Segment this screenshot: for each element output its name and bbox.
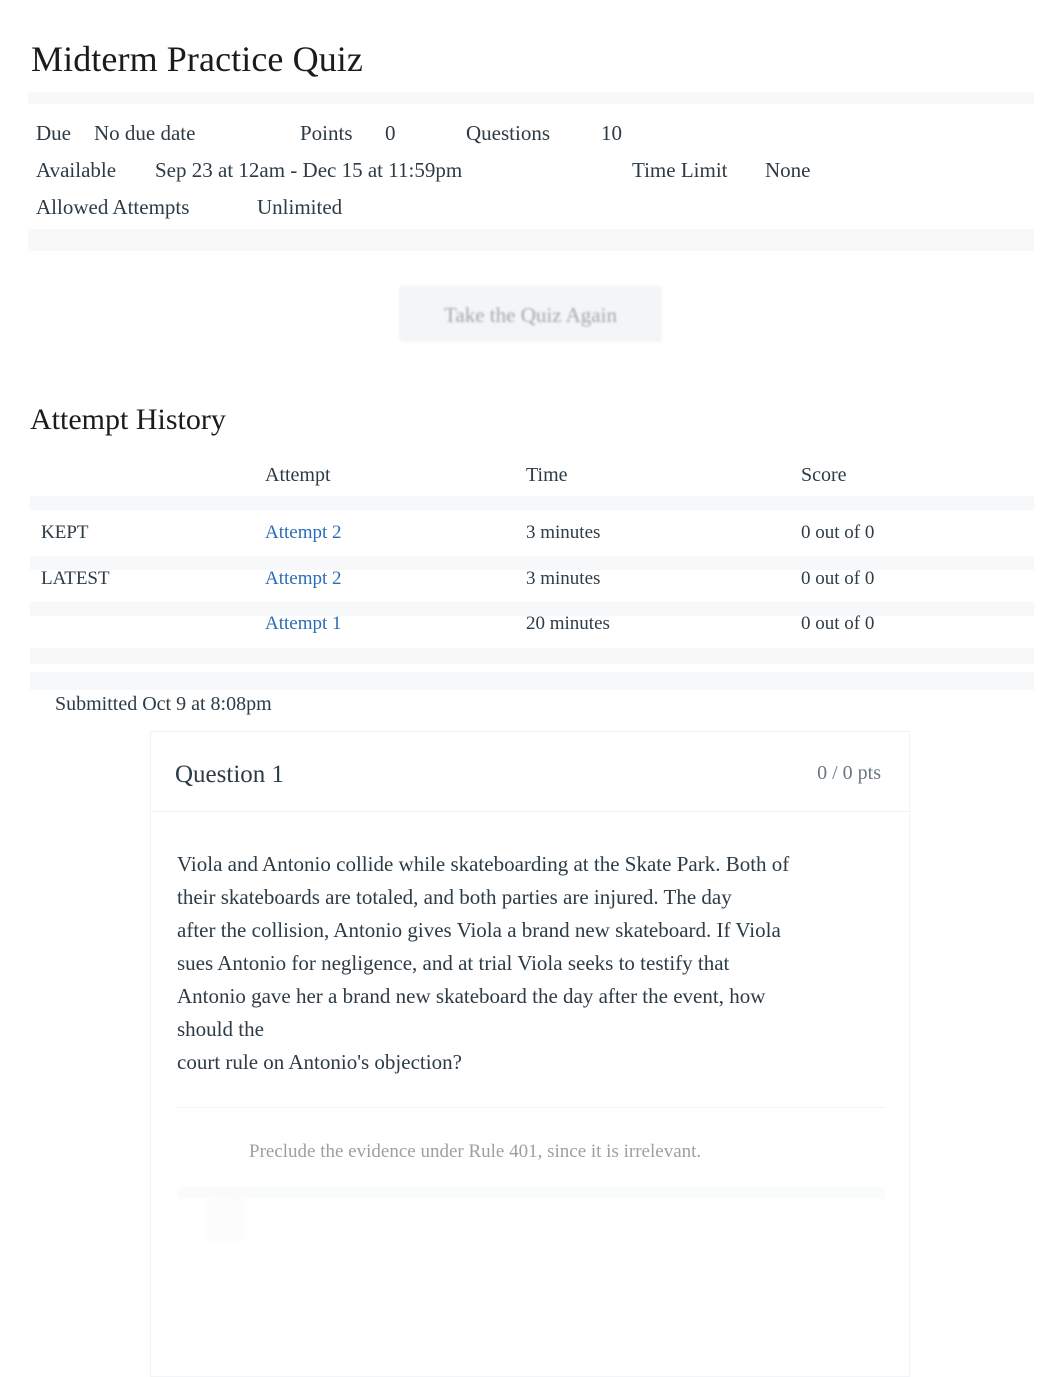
available-label: Available [36,158,117,182]
column-header-attempt: Attempt [265,464,331,486]
quiz-details-row-2: Available Sep 23 at 12am - Dec 15 at 11:… [36,152,1036,189]
row-score: 0 out of 0 [801,522,875,543]
table-row: Attempt 1 20 minutes 0 out of 0 [30,601,1034,647]
question-text-line: sues Antonio for negligence, and at tria… [177,951,730,975]
row-score: 0 out of 0 [801,613,875,634]
table-row-divider [30,496,1034,510]
attempt-link[interactable]: Attempt 2 [265,556,342,602]
answer-option-label: Preclude the evidence under Rule 401, si… [249,1141,702,1162]
answer-divider [177,1187,885,1199]
due-value: No due date [94,121,196,145]
attempt-link[interactable]: Attempt 2 [265,510,342,556]
column-header-time: Time [526,464,568,486]
header-divider-top [28,92,1034,104]
question-text-line: Antonio gave her a brand new skateboard … [177,984,766,1008]
retake-button-wrapper: Take the Quiz Again [399,286,662,348]
question-divider [177,1107,885,1108]
answer-option-partial [206,1198,246,1242]
available-value: Sep 23 at 12am - Dec 15 at 11:59pm [155,158,463,182]
questions-value: 10 [601,121,622,145]
quiz-details: Due No due date Points 0 Questions 10 Av… [36,115,1036,226]
time-limit-value: None [765,158,811,182]
points-label: Points [300,121,353,145]
row-score: 0 out of 0 [801,568,875,589]
submitted-timestamp: Submitted Oct 9 at 8:08pm [55,693,272,715]
attempt-history-heading: Attempt History [30,403,226,436]
question-text-line: should the [177,1017,264,1041]
question-card: Question 1 0 / 0 pts Viola and Antonio c… [150,731,910,1377]
question-name: Question 1 [175,761,285,788]
attempt-link[interactable]: Attempt 1 [265,601,342,647]
table-row: LATEST Attempt 2 3 minutes 0 out of 0 [30,556,1034,602]
allowed-attempts-label: Allowed Attempts [36,195,190,219]
question-text-line: court rule on Antonio's objection? [177,1050,462,1074]
row-status-label: LATEST [41,568,110,589]
quiz-details-row-1: Due No due date Points 0 Questions 10 [36,115,1036,152]
take-the-quiz-again-button[interactable]: Take the Quiz Again [399,286,662,342]
table-footer-divider [30,672,1034,690]
time-limit-label: Time Limit [632,158,728,182]
quiz-details-row-3: Allowed Attempts Unlimited [36,189,1036,226]
table-header-row: Attempt Time Score [30,460,1034,496]
row-time: 3 minutes [526,522,601,543]
row-time: 3 minutes [526,568,601,589]
points-value: 0 [385,121,396,145]
attempt-history-table: Attempt Time Score KEPT Attempt 2 3 minu… [30,460,1034,690]
page-title: Midterm Practice Quiz [31,39,363,79]
row-status-label: KEPT [41,522,89,543]
question-points: 0 / 0 pts [817,762,881,784]
question-text: Viola and Antonio collide while skateboa… [177,848,857,1079]
question-text-line: after the collision, Antonio gives Viola… [177,918,781,942]
due-label: Due [36,121,71,145]
row-time: 20 minutes [526,613,610,634]
question-header: Question 1 0 / 0 pts [151,732,909,812]
question-text-line: Viola and Antonio collide while skateboa… [177,852,790,876]
answer-option[interactable]: Preclude the evidence under Rule 401, si… [177,1122,885,1184]
table-footer-divider [30,648,1034,664]
questions-label: Questions [466,121,550,145]
table-row: KEPT Attempt 2 3 minutes 0 out of 0 [30,510,1034,556]
question-text-line: their skateboards are totaled, and both … [177,885,732,909]
allowed-attempts-value: Unlimited [257,195,343,219]
column-header-score: Score [801,464,847,486]
header-divider-bottom [28,229,1034,251]
